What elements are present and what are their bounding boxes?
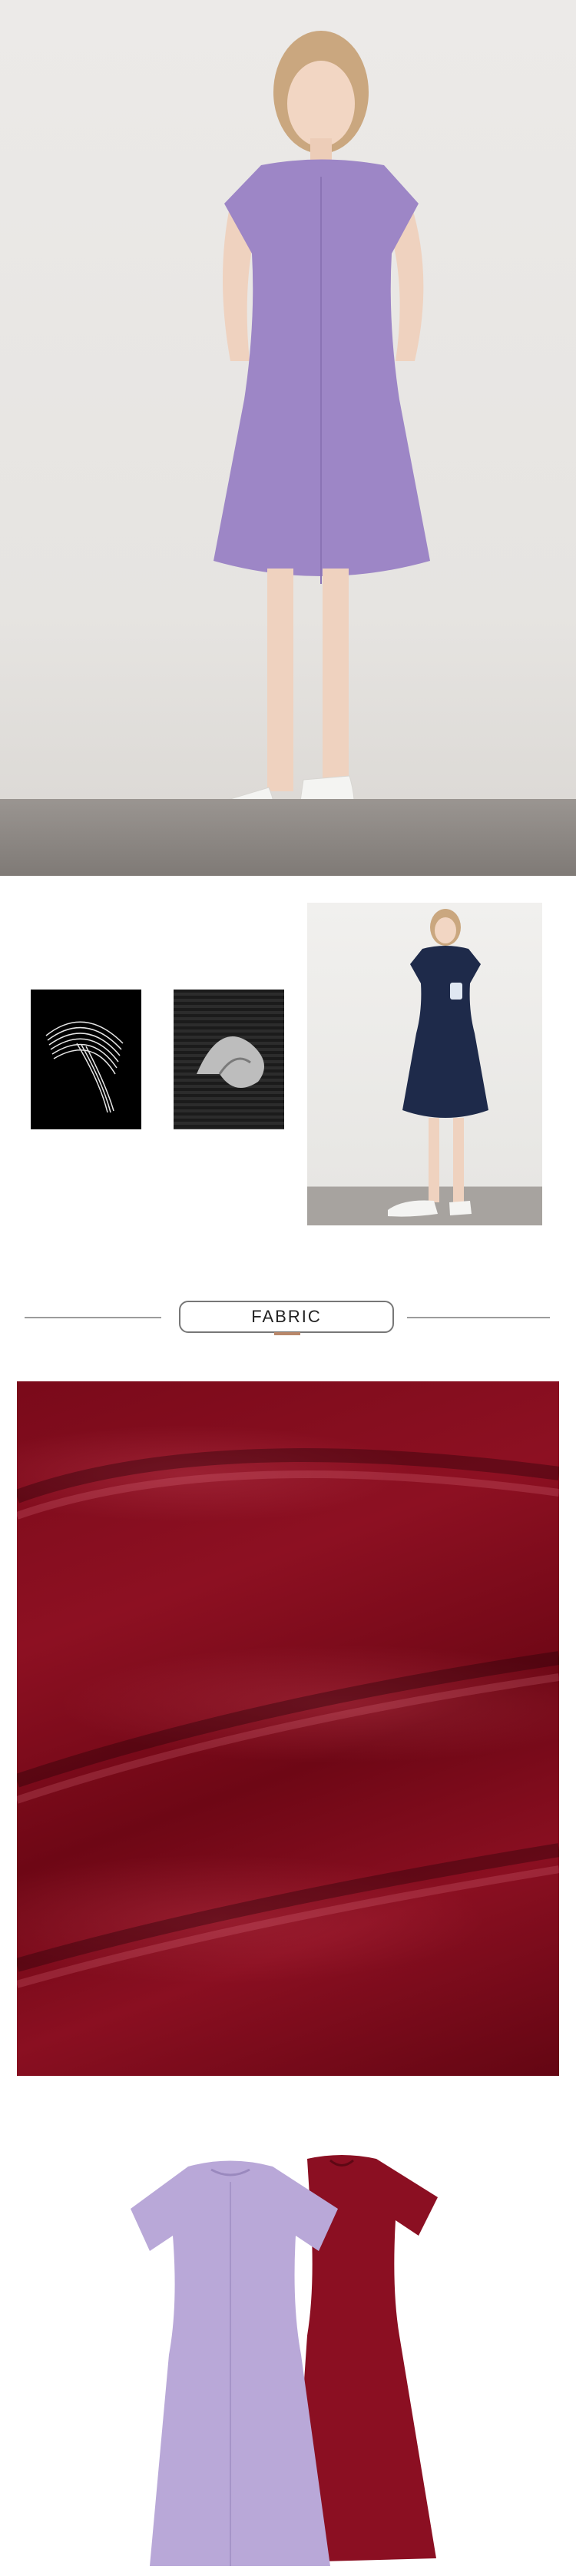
model-navy-dress-photo	[307, 903, 542, 1225]
fabric-title-text: FABRIC	[251, 1307, 322, 1326]
fabric-folds	[17, 1448, 559, 1988]
metal-sculpture-image	[174, 990, 284, 1129]
divider-left	[25, 1317, 161, 1318]
fabric-section-title: FABRIC	[179, 1301, 394, 1333]
model-in-navy-dress	[388, 909, 488, 1217]
ribbon-icon	[197, 1036, 264, 1088]
floor	[0, 799, 576, 876]
spiral-sculpture-image	[31, 990, 141, 1129]
burgundy-fabric-closeup	[17, 1381, 559, 2076]
spiral-icon	[45, 1021, 124, 1113]
hero-model-photo	[0, 0, 576, 876]
product-flatlay	[0, 2136, 576, 2572]
two-dresses-flatlay	[131, 2155, 438, 2566]
title-accent	[274, 1332, 300, 1335]
model-in-lavender-dress	[172, 31, 430, 856]
divider-right	[407, 1317, 550, 1318]
